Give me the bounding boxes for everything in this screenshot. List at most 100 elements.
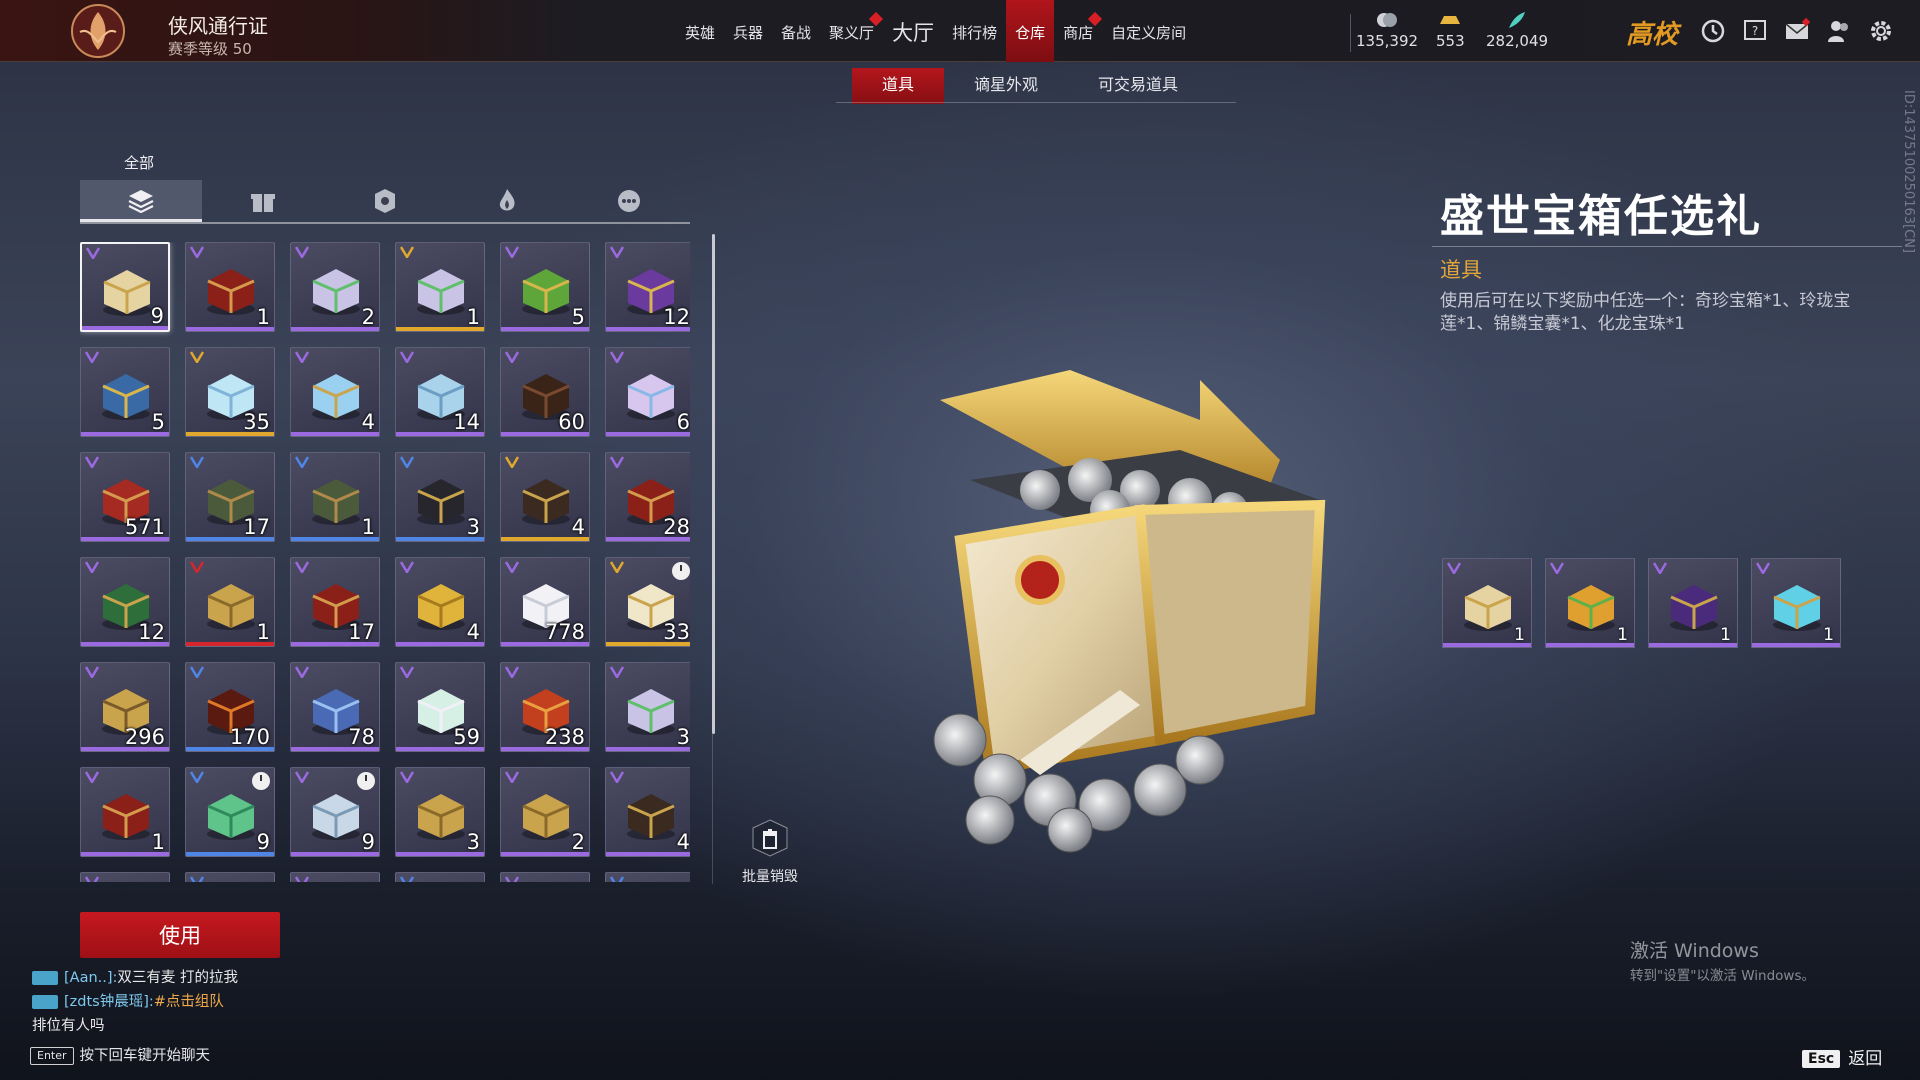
chat-text: 排位有人吗 bbox=[32, 1018, 105, 1034]
category-all[interactable] bbox=[80, 180, 202, 222]
chat-sender[interactable]: [zdts钟晨瑶]: bbox=[64, 994, 154, 1010]
inventory-slot[interactable]: 238 bbox=[500, 662, 590, 752]
nav-custom-room[interactable]: 自定义房间 bbox=[1102, 0, 1195, 62]
blue-emblem-icon bbox=[102, 374, 150, 420]
rarity-icon bbox=[85, 561, 99, 573]
inventory-slot[interactable]: 1 bbox=[185, 557, 275, 647]
inventory-slot[interactable]: 296 bbox=[80, 662, 170, 752]
rarity-icon bbox=[610, 456, 624, 468]
back-label: 返回 bbox=[1848, 1049, 1883, 1069]
inventory-slot[interactable] bbox=[80, 872, 170, 882]
nav-prepare[interactable]: 备战 bbox=[772, 0, 820, 62]
help-icon[interactable]: ? bbox=[1742, 18, 1768, 44]
category-gifts[interactable] bbox=[202, 180, 324, 222]
inventory-slot[interactable] bbox=[290, 872, 380, 882]
nav-leaderboard[interactable]: 排行榜 bbox=[943, 0, 1006, 62]
nav-heroes[interactable]: 英雄 bbox=[676, 0, 724, 62]
back-button[interactable]: Esc 返回 bbox=[1802, 1044, 1882, 1069]
rank-logo[interactable]: 高校 bbox=[1626, 14, 1678, 51]
inventory-slot[interactable]: 170 bbox=[185, 662, 275, 752]
use-button[interactable]: 使用 bbox=[80, 912, 280, 958]
reward-option[interactable]: 1 bbox=[1751, 558, 1841, 648]
inventory-slot[interactable] bbox=[605, 872, 690, 882]
inventory-slot[interactable]: 28 bbox=[605, 452, 690, 542]
currency-jade[interactable]: 282,049 bbox=[1486, 10, 1548, 50]
inventory-slot[interactable]: 9 bbox=[80, 242, 170, 332]
category-badges[interactable] bbox=[324, 180, 446, 222]
inventory-slot[interactable]: 12 bbox=[605, 242, 690, 332]
inventory-slot[interactable]: 1 bbox=[395, 242, 485, 332]
rarity-bar bbox=[81, 642, 169, 646]
inventory-slot[interactable]: 3 bbox=[605, 662, 690, 752]
inventory-slot[interactable]: 17 bbox=[185, 452, 275, 542]
inventory-slot[interactable]: 1 bbox=[185, 242, 275, 332]
scrollbar-track bbox=[712, 734, 713, 884]
reward-option[interactable]: 1 bbox=[1545, 558, 1635, 648]
inventory-slot[interactable] bbox=[500, 872, 590, 882]
inventory-slot[interactable]: 3 bbox=[395, 767, 485, 857]
chat-input-hint[interactable]: Enter 按下回车键开始聊天 bbox=[30, 1044, 210, 1065]
item-quantity: 296 bbox=[124, 725, 165, 749]
reward-option[interactable]: 1 bbox=[1648, 558, 1738, 648]
bulk-destroy-button[interactable]: 批量销毁 bbox=[742, 818, 798, 886]
inventory-slot[interactable]: 9 bbox=[290, 767, 380, 857]
inventory-slot[interactable]: 4 bbox=[500, 452, 590, 542]
inventory-scrollbar[interactable] bbox=[712, 234, 715, 734]
inventory-slot[interactable]: 2 bbox=[290, 242, 380, 332]
tab-items[interactable]: 道具 bbox=[852, 68, 945, 104]
rarity-bar bbox=[291, 327, 379, 331]
nav-weapons[interactable]: 兵器 bbox=[724, 0, 772, 62]
inventory-slot[interactable]: 1 bbox=[80, 767, 170, 857]
category-consumables[interactable] bbox=[446, 180, 568, 222]
inventory-slot[interactable]: 6 bbox=[605, 347, 690, 437]
inventory-slot[interactable]: 78 bbox=[290, 662, 380, 752]
mail-icon[interactable] bbox=[1784, 18, 1810, 44]
inventory-slot[interactable]: 59 bbox=[395, 662, 485, 752]
inventory-slot[interactable]: 17 bbox=[290, 557, 380, 647]
rarity-icon bbox=[400, 666, 414, 678]
join-team-link[interactable]: #点击组队 bbox=[154, 994, 224, 1010]
inventory-slot[interactable]: 4 bbox=[395, 557, 485, 647]
category-other[interactable] bbox=[568, 180, 690, 222]
nav-shop[interactable]: 商店 bbox=[1054, 0, 1103, 62]
inventory-slot[interactable]: 35 bbox=[185, 347, 275, 437]
pass-title[interactable]: 侠风通行证 bbox=[168, 10, 268, 39]
history-icon[interactable] bbox=[1700, 18, 1726, 44]
friends-icon[interactable] bbox=[1826, 18, 1852, 44]
inventory-slot[interactable]: 3 bbox=[395, 452, 485, 542]
rarity-icon bbox=[85, 666, 99, 678]
gold-chest-icon bbox=[522, 794, 570, 840]
chat-sender[interactable]: [Aan..]: bbox=[64, 970, 117, 986]
rarity-icon bbox=[400, 246, 414, 258]
nav-guild-hall[interactable]: 聚义厅 bbox=[820, 0, 884, 62]
inventory-slot[interactable]: 571 bbox=[80, 452, 170, 542]
tab-appearance[interactable]: 谪星外观 bbox=[944, 68, 1068, 104]
settings-icon[interactable] bbox=[1868, 18, 1894, 44]
inventory-slot[interactable]: 14 bbox=[395, 347, 485, 437]
pass-emblem-icon[interactable] bbox=[58, 2, 138, 60]
inventory-slot[interactable] bbox=[395, 872, 485, 882]
item-quantity: 9 bbox=[256, 830, 270, 854]
nav-lobby[interactable]: 大厅 bbox=[883, 0, 943, 62]
tab-tradable-items[interactable]: 可交易道具 bbox=[1068, 68, 1208, 104]
inventory-slot[interactable]: 60 bbox=[500, 347, 590, 437]
currency-coins[interactable]: 135,392 bbox=[1356, 10, 1418, 50]
rarity-icon bbox=[505, 456, 519, 468]
inventory-slot[interactable]: 5 bbox=[80, 347, 170, 437]
inventory-slot[interactable]: 2 bbox=[500, 767, 590, 857]
inventory-slot[interactable] bbox=[185, 872, 275, 882]
jade-feather-icon bbox=[1509, 12, 1526, 28]
nav-warehouse[interactable]: 仓库 bbox=[1006, 0, 1055, 62]
inventory-slot[interactable]: 12 bbox=[80, 557, 170, 647]
inventory-slot[interactable]: 4 bbox=[290, 347, 380, 437]
inventory-slot[interactable]: 1 bbox=[290, 452, 380, 542]
inventory-slot[interactable]: 4 bbox=[605, 767, 690, 857]
main-nav: 英雄 兵器 备战 聚义厅 大厅 排行榜 仓库 商店 自定义房间 bbox=[676, 0, 1195, 62]
rarity-icon bbox=[400, 876, 414, 882]
reward-option[interactable]: 1 bbox=[1442, 558, 1532, 648]
inventory-slot[interactable]: 9 bbox=[185, 767, 275, 857]
inventory-slot[interactable]: 5 bbox=[500, 242, 590, 332]
inventory-slot[interactable]: 778 bbox=[500, 557, 590, 647]
inventory-slot[interactable]: 33 bbox=[605, 557, 690, 647]
currency-ingots[interactable]: 553 bbox=[1436, 10, 1465, 50]
